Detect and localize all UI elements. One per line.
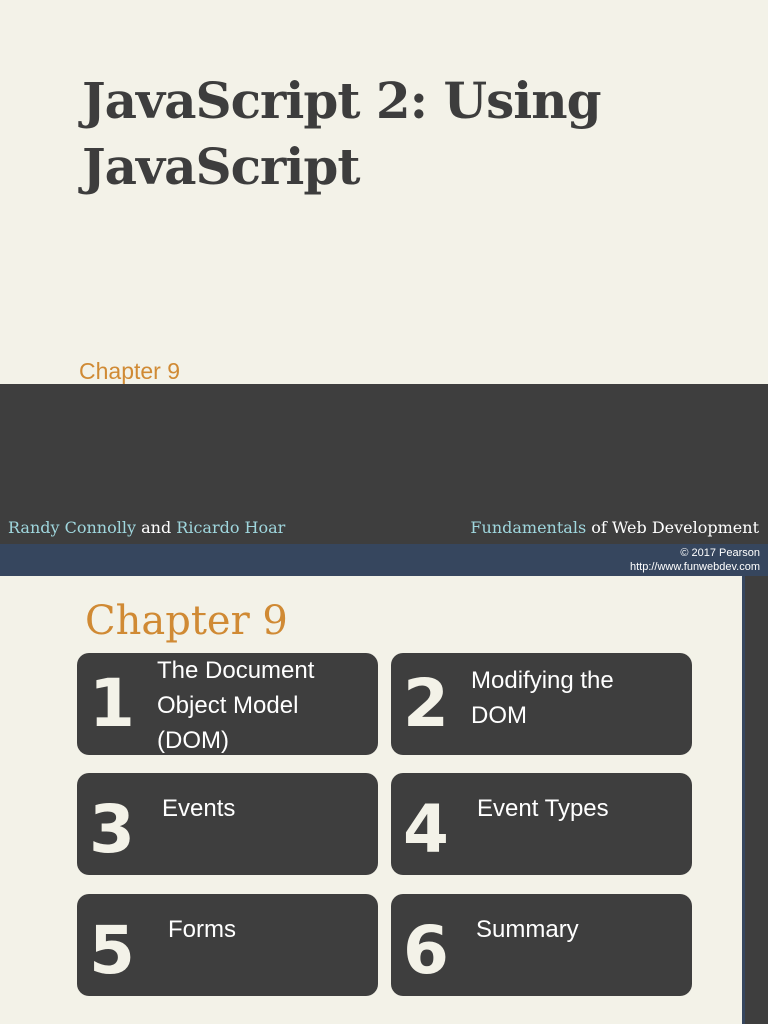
section-number: 2 — [403, 665, 449, 742]
section-label: Modifying the DOM — [471, 667, 614, 729]
slide-title: JavaScript 2: Using JavaScript — [82, 71, 602, 196]
section-number: 6 — [403, 912, 449, 989]
section-label: Summary — [476, 916, 579, 943]
section-card-1[interactable]: 1 The Document Object Model (DOM) — [77, 653, 378, 755]
and-text: and — [136, 518, 177, 537]
section-card-3[interactable]: 3 Events — [77, 773, 378, 875]
section-number: 3 — [89, 791, 135, 868]
book-title-1: Fundamentals — [470, 518, 587, 537]
authors: Randy Connolly and Ricardo Hoar — [8, 518, 285, 537]
copyright: © 2017 Pearson — [680, 547, 760, 559]
author-1: Randy Connolly — [8, 518, 137, 537]
section-label: Events — [162, 795, 236, 822]
book-title: Fundamentals of Web Development — [470, 518, 759, 537]
side-bar — [742, 576, 768, 1024]
copyright-block: © 2017 Pearson http://www.funwebdev.com — [630, 546, 760, 574]
section-label: Forms — [168, 916, 236, 943]
author-2: Ricardo Hoar — [176, 518, 286, 537]
chapter-subtitle: Chapter 9 — [79, 358, 181, 384]
section-card-4[interactable]: 4 Event Types — [391, 773, 692, 875]
toc-title: Chapter 9 — [85, 598, 288, 644]
website-url: http://www.funwebdev.com — [629, 561, 760, 573]
section-number: 1 — [89, 665, 135, 742]
section-number: 4 — [403, 791, 449, 868]
section-label: The Document Object Model (DOM) — [157, 657, 315, 754]
book-title-2: of Web Development — [586, 518, 759, 537]
section-label: Event Types — [477, 795, 609, 822]
section-card-6[interactable]: 6 Summary — [391, 894, 692, 996]
section-card-5[interactable]: 5 Forms — [77, 894, 378, 996]
section-number: 5 — [89, 912, 135, 989]
section-card-2[interactable]: 2 Modifying the DOM — [391, 653, 692, 755]
